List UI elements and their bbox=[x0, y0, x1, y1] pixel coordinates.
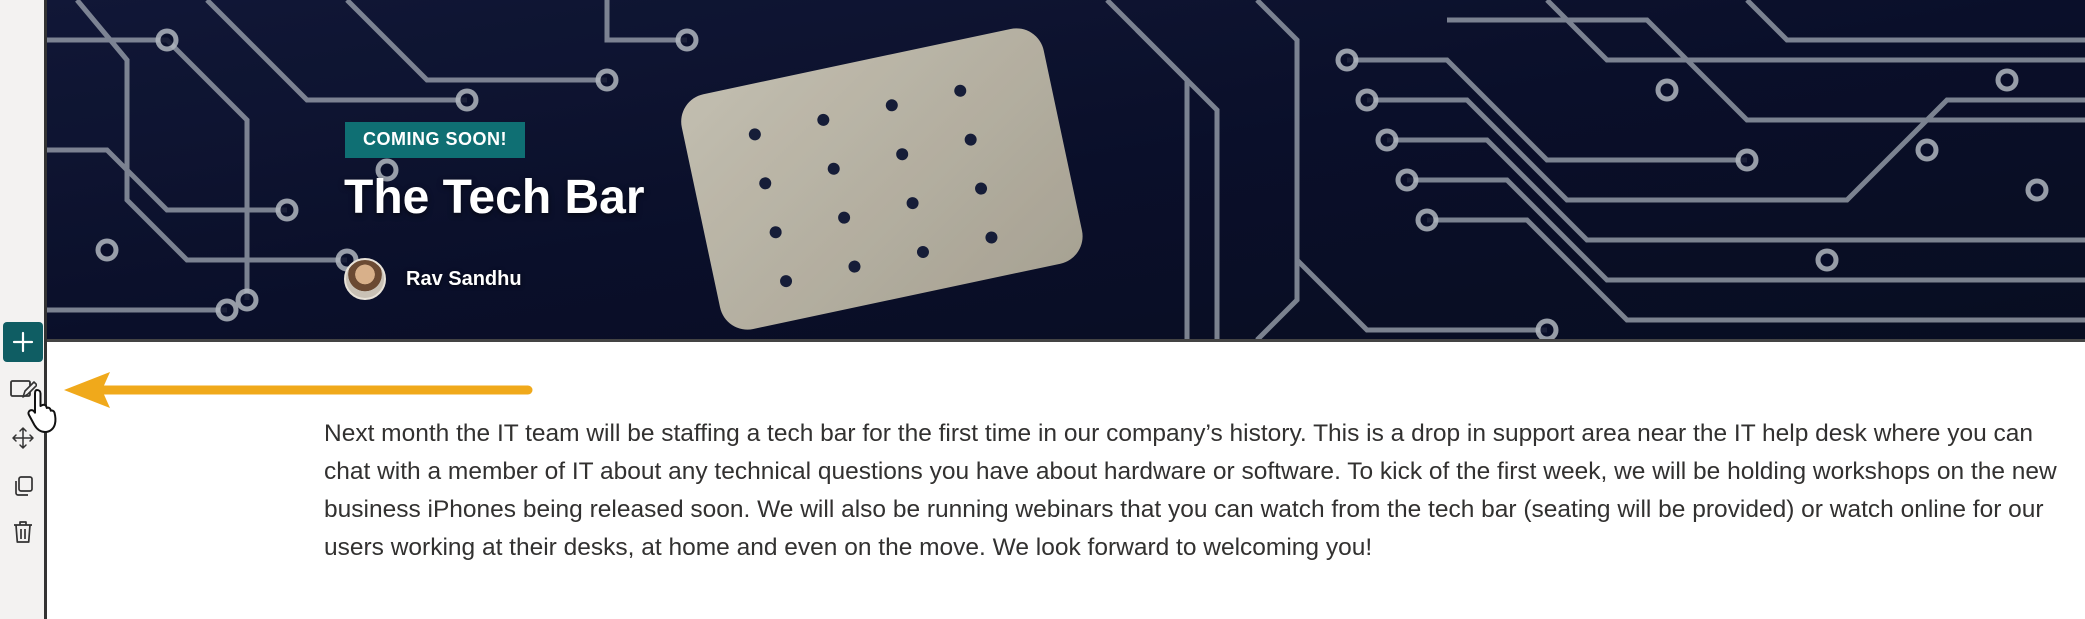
delete-button[interactable] bbox=[3, 512, 43, 552]
plus-icon bbox=[11, 330, 35, 354]
duplicate-icon bbox=[11, 474, 35, 498]
hand-cursor-icon bbox=[27, 389, 57, 433]
page-title[interactable]: The Tech Bar bbox=[344, 170, 645, 225]
body-text[interactable]: Next month the IT team will be staffing … bbox=[324, 415, 2076, 567]
author-byline[interactable]: Rav Sandhu bbox=[344, 258, 522, 300]
duplicate-button[interactable] bbox=[3, 466, 43, 506]
add-section-button[interactable] bbox=[3, 322, 43, 362]
section-toolbar bbox=[0, 0, 47, 619]
avatar bbox=[344, 258, 386, 300]
author-name: Rav Sandhu bbox=[406, 267, 522, 290]
annotation-arrow bbox=[64, 372, 533, 408]
hero-banner[interactable]: COMING SOON! The Tech Bar Rav Sandhu bbox=[47, 0, 2085, 342]
coming-soon-badge: COMING SOON! bbox=[345, 122, 525, 158]
trash-icon bbox=[11, 519, 35, 545]
